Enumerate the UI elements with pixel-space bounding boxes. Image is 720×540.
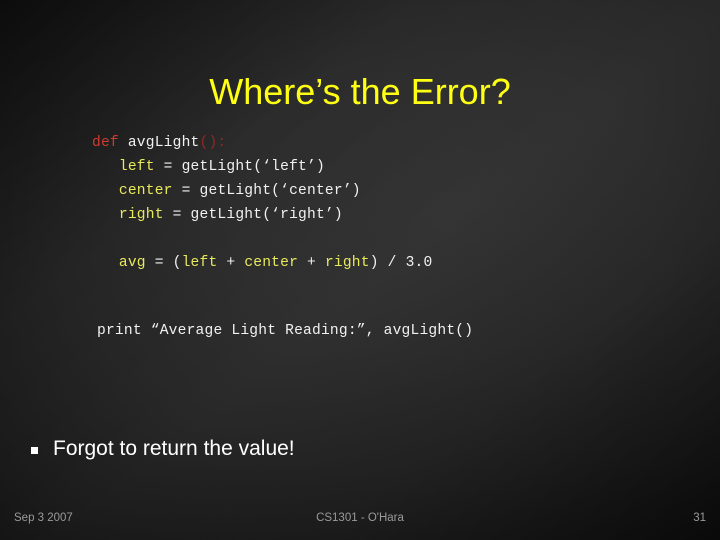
code-token: = getLight(‘center’) <box>172 183 361 199</box>
code-token: (): <box>199 135 227 151</box>
code-line-right-line: right = getLight(‘right’) <box>92 203 432 227</box>
footer-course: CS1301 - O'Hara <box>316 512 404 524</box>
code-token: + <box>298 255 325 271</box>
footer-page-number: 31 <box>693 512 706 524</box>
bullet-list-item: Forgot to return the value! <box>31 435 295 463</box>
bullet-item-label: Forgot to return the value! <box>53 437 295 460</box>
code-line-avg-line: avg = (left + center + right) / 3.0 <box>92 251 432 275</box>
code-line-blank-1 <box>92 227 432 251</box>
square-bullet-icon <box>31 447 38 454</box>
code-token: right <box>118 207 164 223</box>
code-line-def-line: def avgLight(): <box>92 131 432 155</box>
slide-canvas: Where’s the Error? def avgLight(): left … <box>0 0 720 540</box>
code-line-left-line: left = getLight(‘left’) <box>92 155 432 179</box>
code-print-statement: print “Average Light Reading:”, avgLight… <box>97 323 474 339</box>
code-token: ) / 3.0 <box>369 255 433 271</box>
code-token: def <box>92 135 119 151</box>
code-token: = ( <box>145 255 182 271</box>
code-line-center-line: center = getLight(‘center’) <box>92 179 432 203</box>
code-token: left <box>118 159 155 175</box>
code-token: = getLight(‘right’) <box>163 207 343 223</box>
code-token: avgLight <box>118 135 200 151</box>
code-block: def avgLight(): left = getLight(‘left’) … <box>92 131 432 275</box>
code-token: right <box>324 255 370 271</box>
code-token: = getLight(‘left’) <box>154 159 325 175</box>
slide-footer: Sep 3 2007 CS1301 - O'Hara 31 <box>0 510 720 526</box>
page-title: Where’s the Error? <box>209 71 511 113</box>
code-token: center <box>118 183 173 199</box>
code-token: avg <box>118 255 146 271</box>
code-token: center <box>244 255 299 271</box>
code-token: + <box>217 255 245 271</box>
code-token: left <box>181 255 218 271</box>
